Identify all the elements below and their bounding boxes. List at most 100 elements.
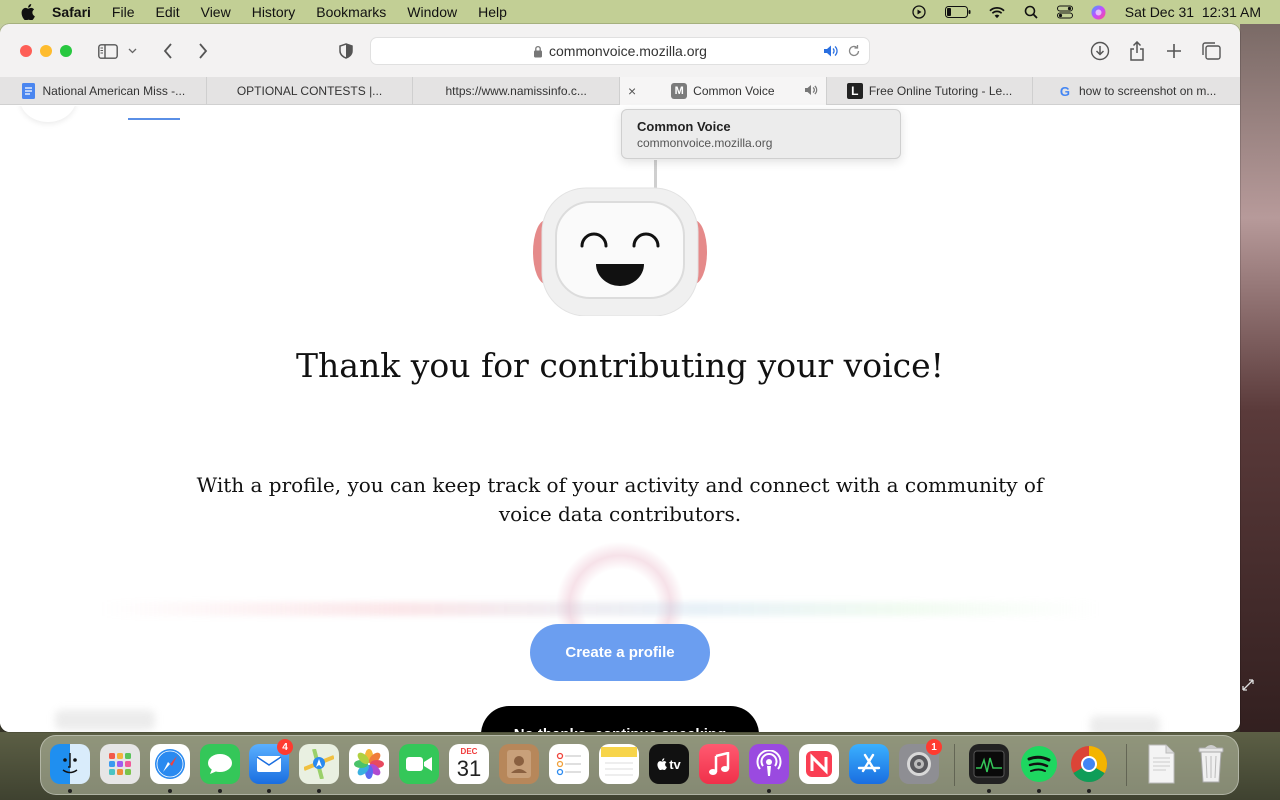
- dock-running-indicator: [168, 789, 172, 793]
- document-file-icon[interactable]: [1141, 744, 1181, 784]
- tab-overview-icon[interactable]: [1199, 39, 1223, 63]
- dock-running-indicator: [218, 789, 222, 793]
- create-profile-button[interactable]: Create a profile: [530, 624, 710, 681]
- safari-icon[interactable]: [150, 744, 190, 784]
- menu-safari[interactable]: Safari: [52, 4, 91, 20]
- active-nav-underline: [128, 118, 180, 120]
- menu-window[interactable]: Window: [407, 4, 457, 20]
- trash-icon[interactable]: [1191, 744, 1231, 784]
- tab-label: https://www.namissinfo.c...: [445, 84, 587, 98]
- common-voice-favicon-letter: M: [674, 85, 684, 97]
- tab-how-to-screenshot[interactable]: G how to screenshot on m...: [1033, 77, 1240, 105]
- background-decoration-wave: [100, 602, 1100, 616]
- minimize-window-button[interactable]: [40, 44, 52, 57]
- chrome-icon[interactable]: [1069, 744, 1109, 784]
- downloads-icon[interactable]: [1088, 39, 1112, 63]
- dock-separator: [1126, 744, 1127, 786]
- activity-monitor-icon[interactable]: [969, 744, 1009, 784]
- menu-history[interactable]: History: [252, 4, 296, 20]
- close-tab-icon[interactable]: ×: [628, 83, 636, 99]
- apple-icon[interactable]: [18, 4, 38, 20]
- tab-label: National American Miss -...: [42, 84, 186, 98]
- messages-icon[interactable]: [200, 744, 240, 784]
- tooltip-url: commonvoice.mozilla.org: [637, 136, 773, 150]
- tab-common-voice[interactable]: × M Common Voice: [620, 77, 827, 105]
- reload-icon[interactable]: [847, 44, 861, 61]
- reminders-icon[interactable]: [549, 744, 589, 784]
- menubar-clock[interactable]: Sat Dec 31 12:31 AM: [1125, 4, 1261, 20]
- apple-tv-label: tv: [669, 756, 681, 772]
- background-footer-logo: [55, 710, 155, 730]
- window-controls: [20, 44, 72, 57]
- dock-running-indicator: [987, 789, 991, 793]
- common-voice-icon: M: [671, 83, 688, 99]
- close-window-button[interactable]: [20, 44, 32, 57]
- news-icon[interactable]: [799, 744, 839, 784]
- menu-bookmarks[interactable]: Bookmarks: [316, 4, 386, 20]
- music-icon[interactable]: [699, 744, 739, 784]
- dock-running-indicator: [317, 789, 321, 793]
- finder-icon[interactable]: [50, 744, 90, 784]
- lock-icon: [533, 45, 543, 58]
- app-store-icon[interactable]: [849, 744, 889, 784]
- wifi-icon[interactable]: [989, 5, 1005, 19]
- calendar-day: 31: [456, 756, 482, 781]
- google-docs-icon: [20, 83, 36, 99]
- contacts-icon[interactable]: [499, 744, 539, 784]
- tab-free-online-tutoring[interactable]: L Free Online Tutoring - Le...: [827, 77, 1034, 105]
- dock-running-indicator: [1087, 789, 1091, 793]
- maps-icon[interactable]: [299, 744, 339, 784]
- menu-file[interactable]: File: [112, 4, 135, 20]
- new-tab-icon[interactable]: [1162, 39, 1186, 63]
- tab-label: Common Voice: [693, 84, 775, 98]
- siri-icon[interactable]: [1091, 5, 1107, 19]
- spotify-icon[interactable]: [1019, 744, 1059, 784]
- forward-icon[interactable]: [191, 39, 215, 63]
- site-logo[interactable]: [20, 106, 76, 122]
- profile-prompt-text: With a profile, you can keep track of yo…: [196, 473, 1044, 526]
- mail-badge: 4: [277, 739, 293, 755]
- audio-playing-icon[interactable]: [823, 44, 839, 61]
- tab-hover-tooltip: Common Voice commonvoice.mozilla.org: [621, 109, 901, 159]
- menu-view[interactable]: View: [201, 4, 231, 20]
- menu-bar: Safari File Edit View History Bookmarks …: [0, 0, 1280, 24]
- continue-speaking-button[interactable]: No thanks, continue speaking: [481, 706, 759, 732]
- tab-namissinfo[interactable]: https://www.namissinfo.c...: [413, 77, 621, 105]
- share-icon[interactable]: [1125, 39, 1149, 63]
- menu-help[interactable]: Help: [478, 4, 507, 20]
- photos-icon[interactable]: [349, 744, 389, 784]
- learn-to-be-icon: L: [846, 83, 863, 99]
- tab-optional-contests[interactable]: OPTIONAL CONTESTS |...: [207, 77, 414, 105]
- privacy-shield-icon[interactable]: [334, 39, 358, 63]
- back-icon[interactable]: [156, 39, 180, 63]
- battery-icon[interactable]: [944, 5, 971, 19]
- safari-window: commonvoice.mozilla.org National America: [0, 24, 1240, 732]
- background-footer-item: [1090, 716, 1160, 732]
- tab-audio-icon[interactable]: [804, 84, 818, 99]
- google-icon: G: [1057, 83, 1073, 99]
- tab-label: OPTIONAL CONTESTS |...: [236, 84, 383, 98]
- tab-label: how to screenshot on m...: [1078, 84, 1217, 98]
- dock-running-indicator: [767, 789, 771, 793]
- address-bar[interactable]: commonvoice.mozilla.org: [370, 37, 870, 65]
- now-playing-icon[interactable]: [911, 5, 927, 19]
- address-bar-url: commonvoice.mozilla.org: [549, 43, 707, 59]
- menu-edit[interactable]: Edit: [155, 4, 179, 20]
- control-center-icon[interactable]: [1056, 5, 1073, 19]
- settings-badge: 1: [926, 739, 942, 755]
- google-favicon-letter: G: [1059, 83, 1071, 99]
- calendar-icon[interactable]: DEC 31: [449, 744, 489, 784]
- tab-national-american-miss[interactable]: National American Miss -...: [0, 77, 207, 105]
- dock: 4 DEC 31 tv 1: [40, 735, 1239, 795]
- sidebar-menu-chevron-icon[interactable]: [124, 39, 140, 63]
- expand-arrows-icon: [1241, 678, 1255, 692]
- launchpad-icon[interactable]: [100, 744, 140, 784]
- sidebar-toggle-icon[interactable]: [96, 39, 120, 63]
- spotlight-search-icon[interactable]: [1023, 5, 1039, 19]
- notes-icon[interactable]: [599, 744, 639, 784]
- podcasts-icon[interactable]: [749, 744, 789, 784]
- facetime-icon[interactable]: [399, 744, 439, 784]
- zoom-window-button[interactable]: [60, 44, 72, 57]
- apple-tv-icon[interactable]: tv: [649, 744, 689, 784]
- page-title: Thank you for contributing your voice!: [296, 346, 944, 385]
